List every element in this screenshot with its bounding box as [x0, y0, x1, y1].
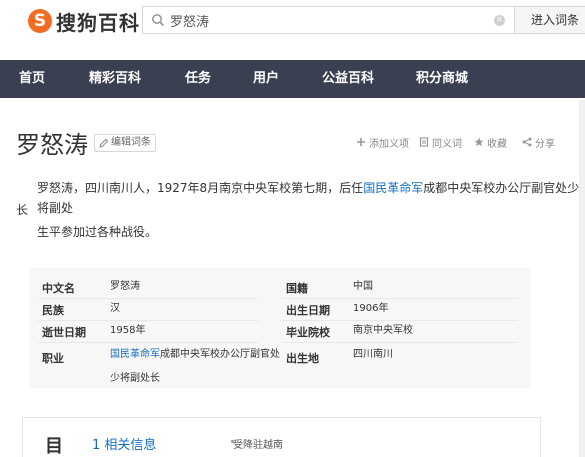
occupation-link-army[interactable]: 国民革命军: [110, 349, 160, 360]
toc-title: 目: [45, 436, 63, 457]
label-alma-mater: 毕业院校: [286, 326, 330, 339]
logo-text: 搜狗百科: [56, 10, 140, 35]
clear-icon[interactable]: ×: [494, 15, 505, 26]
value-chinese-name: 罗怒涛: [110, 281, 140, 292]
nav-item-featured[interactable]: 精彩百科: [89, 60, 141, 98]
summary-line-1: 罗怒涛，四川南川人，1927年8月南京中央军校第七期，后任国民革命军成都中央军校…: [37, 178, 585, 218]
label-ethnicity: 民族: [42, 304, 64, 317]
divider: [38, 298, 258, 299]
sogou-baike-logo[interactable]: S 搜狗百科: [28, 6, 140, 36]
page-title: 罗怒涛: [16, 131, 88, 159]
share-label: 分享: [535, 138, 555, 150]
value-alma-mater: 南京中央军校: [353, 325, 413, 336]
star-icon: [474, 137, 484, 147]
divider: [282, 320, 518, 321]
value-birth-date: 1906年: [353, 303, 389, 314]
value-death-date: 1958年: [110, 325, 146, 336]
label-chinese-name: 中文名: [42, 282, 75, 295]
summary-link-army[interactable]: 国民革命军: [363, 181, 423, 195]
nav-item-home[interactable]: 首页: [19, 60, 45, 98]
nav-item-points-mall[interactable]: 积分商城: [416, 60, 468, 98]
nav-item-charity[interactable]: 公益百科: [322, 60, 374, 98]
edit-entry-button[interactable]: 编辑词条: [94, 134, 156, 152]
sogou-logo-icon: S: [28, 9, 52, 33]
label-occupation: 职业: [42, 352, 64, 365]
add-sense-action[interactable]: 添加义项: [356, 134, 409, 150]
occupation-text: 成都中央军校办公厅副官处: [160, 349, 280, 360]
plus-icon: [356, 137, 366, 147]
toc-item-related-info[interactable]: 1 相关信息: [92, 434, 156, 453]
divider: [38, 342, 258, 343]
synonym-label: 同义词: [432, 138, 462, 150]
nav-item-tasks[interactable]: 任务: [185, 60, 211, 98]
label-birth-date: 出生日期: [286, 304, 330, 317]
document-icon: [419, 137, 429, 147]
table-of-contents: 目 1 相关信息 受降驻越南: [22, 417, 541, 457]
pencil-icon: [99, 138, 109, 148]
share-icon: [522, 137, 532, 147]
label-death-date: 逝世日期: [42, 326, 86, 339]
favorite-action[interactable]: 收藏: [474, 134, 507, 150]
synonym-action[interactable]: 同义词: [419, 134, 462, 150]
label-birthplace: 出生地: [286, 352, 319, 365]
scrollbar[interactable]: [579, 100, 585, 457]
divider: [282, 342, 518, 343]
value-nationality: 中国: [353, 281, 373, 292]
toc-subitem[interactable]: 受降驻越南: [233, 436, 283, 451]
summary-text: 罗怒涛，四川南川人，1927年8月南京中央军校第七期，后任: [37, 181, 364, 195]
add-sense-label: 添加义项: [369, 138, 409, 150]
value-ethnicity: 汉: [110, 303, 120, 314]
enter-entry-button[interactable]: 进入词条: [515, 6, 585, 34]
main-nav: 首页 精彩百科 任务 用户 公益百科 积分商城: [0, 60, 585, 98]
search-box: ×: [142, 6, 515, 34]
search-input[interactable]: [170, 9, 490, 31]
summary-line-2: 长: [16, 203, 29, 217]
summary-line-3: 生平参加过各种战役。: [37, 225, 158, 239]
top-header: S 搜狗百科 × 进入词条: [0, 0, 585, 60]
divider: [38, 320, 258, 321]
share-action[interactable]: 分享: [522, 134, 555, 150]
value-occupation: 国民革命军成都中央军校办公厅副官处: [110, 346, 280, 364]
edit-entry-label: 编辑词条: [111, 137, 151, 148]
value-birthplace: 四川南川: [353, 349, 393, 360]
divider: [282, 298, 518, 299]
label-nationality: 国籍: [286, 282, 308, 295]
favorite-label: 收藏: [487, 138, 507, 150]
nav-item-users[interactable]: 用户: [253, 60, 279, 98]
value-occupation-cont: 少将副处长: [110, 373, 160, 384]
info-box: 中文名 罗怒涛 民族 汉 逝世日期 1958年 职业 国民革命军成都中央军校办公…: [30, 268, 530, 388]
search-icon: [152, 14, 165, 27]
